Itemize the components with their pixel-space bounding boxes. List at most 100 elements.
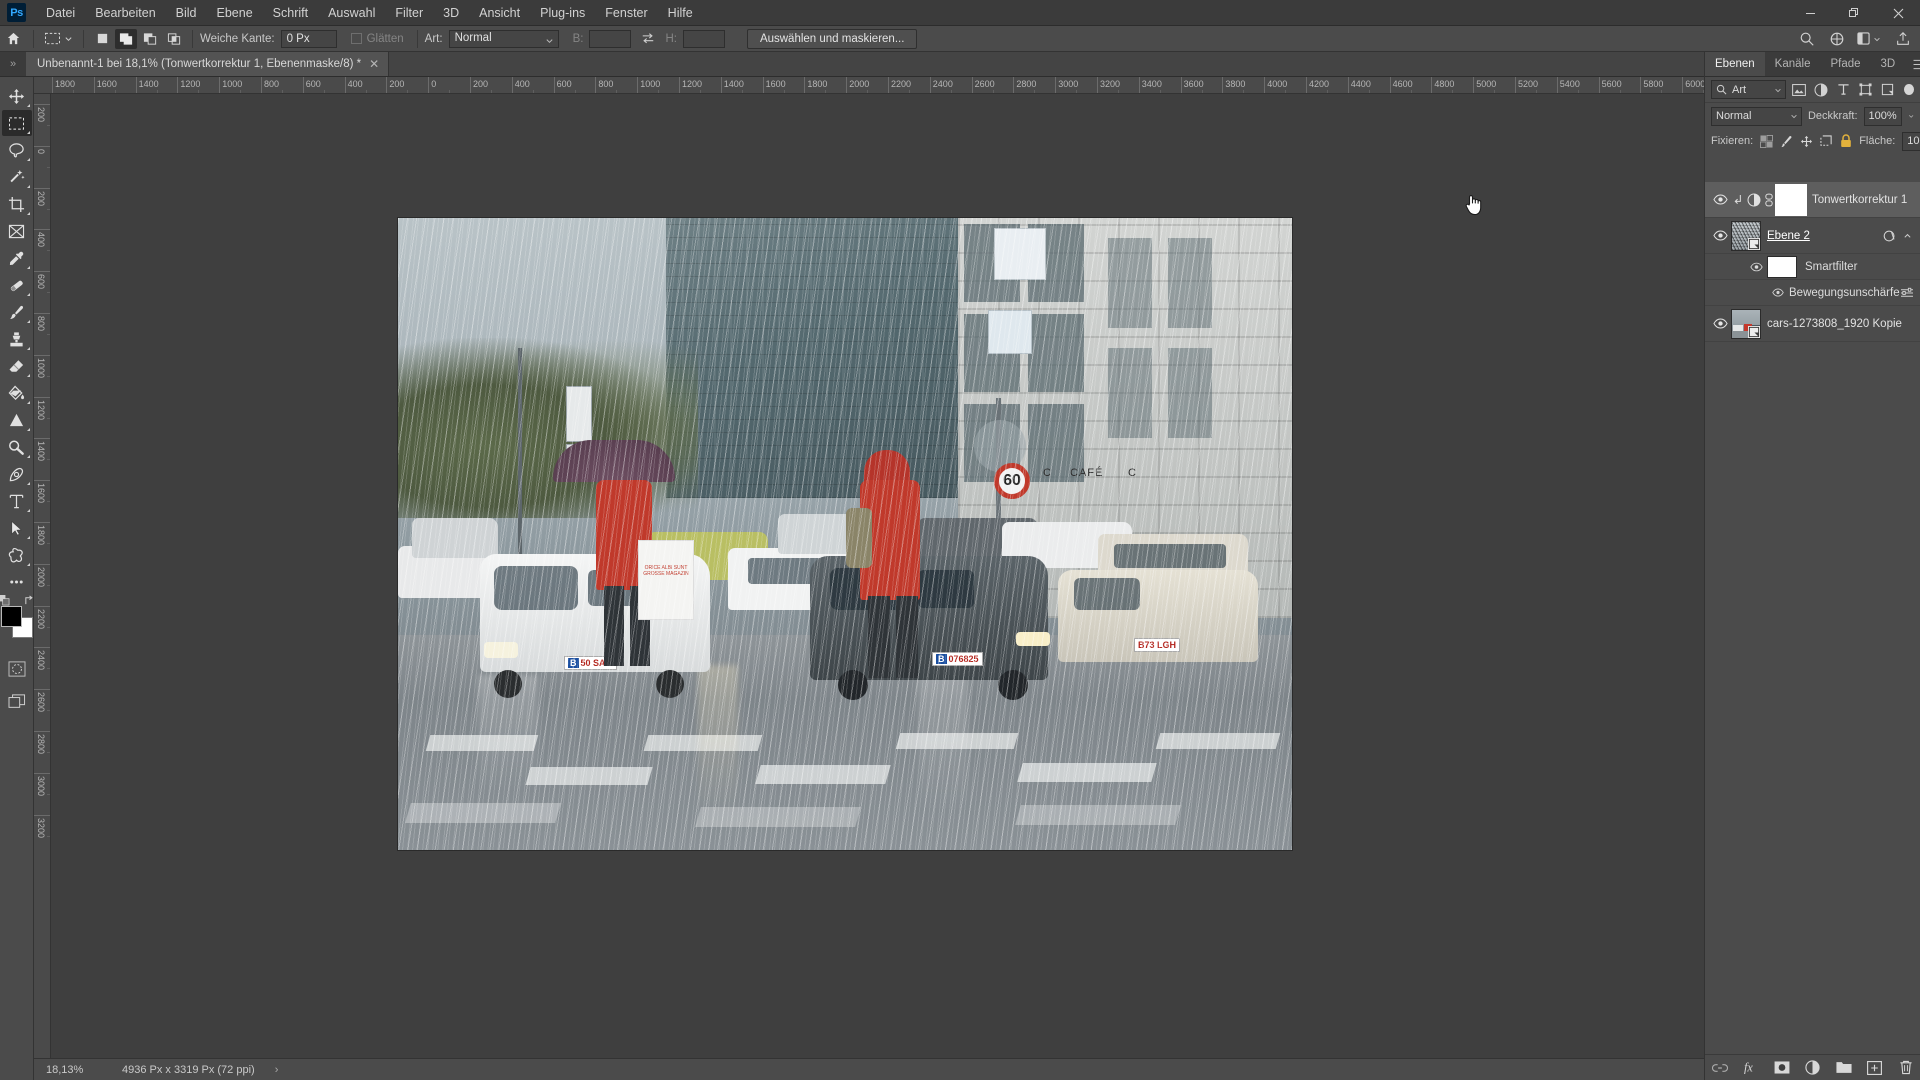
add-mask-icon[interactable] bbox=[1774, 1060, 1790, 1076]
swap-colors-icon[interactable] bbox=[24, 595, 35, 606]
workspace-switcher[interactable] bbox=[1852, 32, 1886, 45]
menu-item-bearbeiten[interactable]: Bearbeiten bbox=[85, 2, 165, 24]
chevron-up-icon[interactable] bbox=[1900, 231, 1915, 240]
frame-tool[interactable] bbox=[2, 218, 32, 244]
style-select[interactable]: Normal bbox=[448, 29, 559, 48]
menu-item-3d[interactable]: 3D bbox=[433, 2, 469, 24]
eyedropper-tool[interactable] bbox=[2, 245, 32, 271]
motion-blur-visibility-eye-icon[interactable] bbox=[1767, 288, 1789, 297]
layer-visibility-eye-icon[interactable] bbox=[1709, 194, 1731, 205]
menu-item-auswahl[interactable]: Auswahl bbox=[318, 2, 385, 24]
more-tools-button[interactable] bbox=[2, 569, 32, 595]
home-icon[interactable] bbox=[0, 31, 26, 46]
pen-tool[interactable] bbox=[2, 461, 32, 487]
screen-mode-button[interactable] bbox=[2, 689, 32, 715]
new-adjustment-layer-icon[interactable] bbox=[1805, 1060, 1821, 1076]
opacity-chevron-down-icon[interactable] bbox=[1908, 112, 1914, 120]
lock-transparency-icon[interactable] bbox=[1760, 134, 1774, 149]
default-colors-icon[interactable] bbox=[0, 595, 10, 606]
close-icon[interactable]: ✕ bbox=[369, 57, 379, 71]
opacity-input[interactable]: 100% bbox=[1863, 106, 1902, 126]
feather-input[interactable]: 0 Px bbox=[280, 29, 337, 48]
menu-item-schrift[interactable]: Schrift bbox=[263, 2, 318, 24]
document-tab[interactable]: Unbenannt-1 bei 18,1% (Tonwertkorrektur … bbox=[26, 52, 390, 76]
swap-arrows-icon[interactable] bbox=[641, 32, 655, 45]
blend-mode-select[interactable]: Normal bbox=[1711, 106, 1802, 126]
lock-position-icon[interactable] bbox=[1800, 134, 1813, 149]
menu-item-datei[interactable]: Datei bbox=[36, 2, 85, 24]
select-and-mask-button[interactable]: Auswählen und maskieren... bbox=[746, 28, 918, 49]
layer-visibility-eye-icon[interactable] bbox=[1709, 318, 1731, 329]
layer-row-tonwertkorrektur[interactable]: Tonwertkorrektur 1 bbox=[1705, 182, 1920, 218]
zoom-level[interactable]: 18,13% bbox=[34, 1064, 104, 1076]
add-to-selection-button[interactable] bbox=[115, 28, 137, 49]
fill-input[interactable]: 100% bbox=[1902, 131, 1920, 151]
type-tool[interactable] bbox=[2, 488, 32, 514]
brush-tool[interactable] bbox=[2, 299, 32, 325]
new-layer-icon[interactable] bbox=[1867, 1060, 1883, 1076]
new-group-folder-icon[interactable] bbox=[1835, 1060, 1852, 1076]
lock-artboard-nesting-icon[interactable] bbox=[1820, 134, 1833, 149]
layers-list[interactable]: Tonwertkorrektur 1 Ebene 2 Smartfilter B… bbox=[1705, 182, 1920, 1032]
layer-mask-thumbnail[interactable] bbox=[1775, 183, 1807, 216]
chevron-right-icon[interactable]: › bbox=[275, 1064, 279, 1076]
document-image[interactable]: 60 C CAFÉ C B 50 SAG B 076825 B73 LGH OR… bbox=[398, 218, 1292, 850]
menu-item-hilfe[interactable]: Hilfe bbox=[658, 2, 703, 24]
layer-row-cars-kopie[interactable]: cars-1273808_1920 Kopie bbox=[1705, 306, 1920, 342]
width-input[interactable] bbox=[589, 29, 632, 48]
maximize-restore-button[interactable] bbox=[1832, 0, 1876, 26]
motion-blur-label[interactable]: Bewegungsunschärfe bbox=[1789, 287, 1900, 299]
dodge-tool[interactable] bbox=[2, 434, 32, 460]
menu-item-fenster[interactable]: Fenster bbox=[595, 2, 657, 24]
adjustment-layer-filter-icon[interactable] bbox=[1813, 80, 1830, 99]
type-layer-filter-icon[interactable] bbox=[1835, 80, 1852, 99]
link-mask-icon[interactable] bbox=[1761, 193, 1776, 207]
lasso-tool[interactable] bbox=[2, 137, 32, 163]
minimize-button[interactable] bbox=[1788, 0, 1832, 26]
blur-tool[interactable] bbox=[2, 407, 32, 433]
shape-layer-filter-icon[interactable] bbox=[1857, 80, 1874, 99]
healing-brush-tool[interactable] bbox=[2, 272, 32, 298]
menu-item-filter[interactable]: Filter bbox=[385, 2, 433, 24]
custom-shape-tool[interactable] bbox=[2, 542, 32, 568]
arrange-icon[interactable] bbox=[1822, 31, 1852, 47]
menu-item-ansicht[interactable]: Ansicht bbox=[469, 2, 530, 24]
smart-filter-group-row[interactable]: Smartfilter bbox=[1705, 254, 1920, 280]
lock-all-icon[interactable] bbox=[1840, 134, 1852, 149]
smartfilter-visibility-eye-icon[interactable] bbox=[1745, 262, 1767, 272]
layer-name-tonwertkorrektur[interactable]: Tonwertkorrektur 1 bbox=[1812, 194, 1907, 206]
menu-item-plug-ins[interactable]: Plug-ins bbox=[530, 2, 595, 24]
path-selection-tool[interactable] bbox=[2, 515, 32, 541]
filter-toggle-switch[interactable] bbox=[1904, 84, 1914, 95]
move-tool[interactable] bbox=[2, 83, 32, 109]
close-button[interactable] bbox=[1876, 0, 1920, 26]
motion-blur-filter-row[interactable]: Bewegungsunschärfe bbox=[1705, 280, 1920, 306]
panel-tab-ebenen[interactable]: Ebenen bbox=[1705, 52, 1765, 76]
eraser-tool[interactable] bbox=[2, 353, 32, 379]
subtract-from-selection-button[interactable] bbox=[139, 29, 161, 49]
layer-name-ebene-2[interactable]: Ebene 2 bbox=[1767, 230, 1810, 242]
layer-name-cars-kopie[interactable]: cars-1273808_1920 Kopie bbox=[1767, 318, 1902, 330]
gradient-tool[interactable] bbox=[2, 380, 32, 406]
panel-tab-3d[interactable]: 3D bbox=[1871, 52, 1906, 76]
intersect-selection-button[interactable] bbox=[163, 29, 185, 49]
hamburger-menu-icon[interactable] bbox=[1905, 52, 1920, 76]
rectangular-marquee-tool[interactable] bbox=[1, 110, 32, 136]
quick-selection-tool[interactable] bbox=[2, 164, 32, 190]
layer-visibility-eye-icon[interactable] bbox=[1709, 230, 1731, 241]
new-selection-button[interactable] bbox=[91, 29, 113, 49]
menu-item-ebene[interactable]: Ebene bbox=[207, 2, 263, 24]
search-icon[interactable] bbox=[1792, 31, 1822, 47]
canvas-area[interactable]: 60 C CAFÉ C B 50 SAG B 076825 B73 LGH OR… bbox=[51, 94, 1704, 1058]
crop-tool[interactable] bbox=[2, 191, 32, 217]
layer-thumbnail-cars[interactable] bbox=[1731, 308, 1761, 339]
pixel-layer-filter-icon[interactable] bbox=[1791, 80, 1808, 99]
layer-thumbnail-ebene-2[interactable] bbox=[1731, 220, 1761, 251]
foreground-color-swatch[interactable] bbox=[0, 606, 22, 627]
filter-blending-options-icon[interactable] bbox=[1900, 287, 1920, 299]
lock-image-pixels-icon[interactable] bbox=[1780, 134, 1793, 149]
menu-item-bild[interactable]: Bild bbox=[166, 2, 207, 24]
filter-type-select[interactable]: Art bbox=[1711, 80, 1786, 99]
height-input[interactable] bbox=[682, 29, 725, 48]
tool-preset-picker[interactable] bbox=[41, 31, 76, 46]
